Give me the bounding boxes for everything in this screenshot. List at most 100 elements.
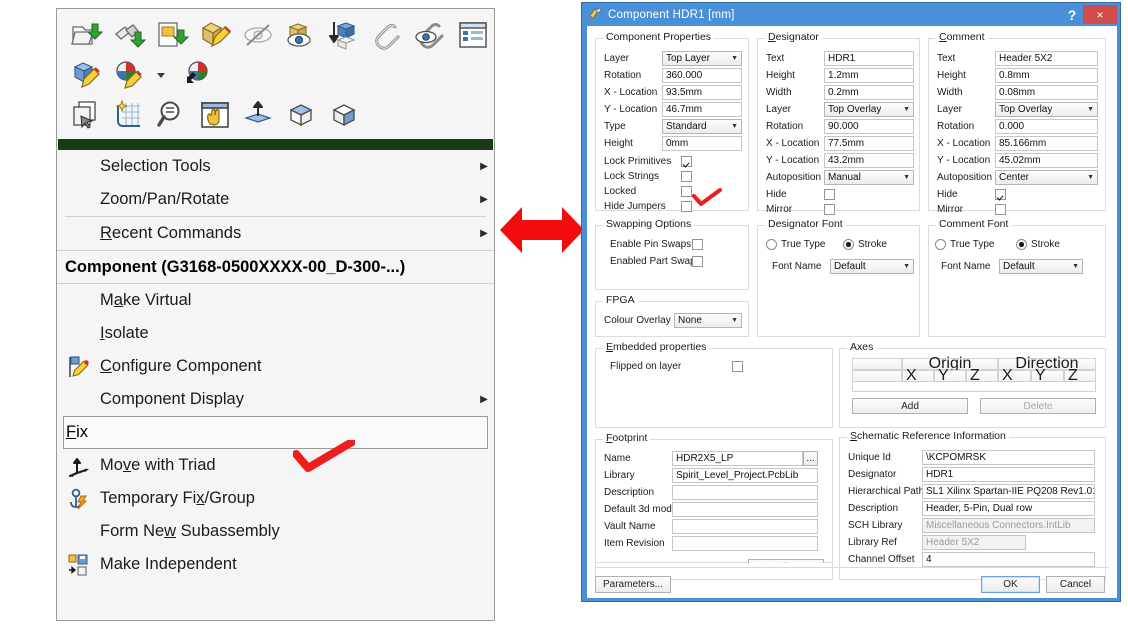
- menu-item-form-new-subassembly[interactable]: Form New Subassembly: [57, 515, 494, 548]
- comment-mirror-checkbox[interactable]: [995, 204, 1006, 215]
- comment-font-stroke-radio[interactable]: [1016, 239, 1027, 250]
- menu-item-make-independent[interactable]: Make Independent: [57, 548, 494, 581]
- enable-pin-swaps-checkbox[interactable]: [692, 239, 703, 250]
- designator-mirror-checkbox[interactable]: [824, 204, 835, 215]
- footprint-library-input[interactable]: Spirit_Level_Project.PcbLib: [672, 468, 818, 483]
- x-location-input[interactable]: 93.5mm: [662, 85, 742, 100]
- channel-offset-input[interactable]: 4: [922, 552, 1095, 567]
- save-document-icon[interactable]: [155, 18, 189, 52]
- field-row: Height 0.8mm: [937, 68, 1098, 83]
- footer-separator: [595, 567, 1109, 568]
- colour-overlay-combo[interactable]: None ▼: [674, 313, 742, 328]
- designator-layer-combo[interactable]: Top Overlay ▼: [824, 102, 914, 117]
- designator-hide-checkbox[interactable]: [824, 189, 835, 200]
- comment-width-input[interactable]: 0.08mm: [995, 85, 1098, 100]
- menu-item-selection-tools[interactable]: Selection Tools ▶: [57, 150, 494, 183]
- comment-text-input[interactable]: Header 5X2: [995, 51, 1098, 66]
- paperclip-eye-icon[interactable]: [413, 18, 447, 52]
- field-row: Layer Top Overlay ▼: [937, 102, 1098, 117]
- move-up-arrow-icon[interactable]: [241, 98, 275, 132]
- comment-rotation-input[interactable]: 0.000: [995, 119, 1098, 134]
- locked-checkbox[interactable]: [681, 186, 692, 197]
- edit-palette-icon[interactable]: [112, 58, 146, 92]
- designator-font-truetype-radio[interactable]: [766, 239, 777, 250]
- down-cube-icon[interactable]: [327, 18, 361, 52]
- icon-toolbar: [57, 9, 494, 137]
- hierarchical-path-input[interactable]: SL1 Xilinx Spartan-IIE PQ208 Rev1.01: [922, 484, 1095, 499]
- checkbox-label: Enabled Part Swaps: [610, 256, 701, 267]
- menu-item-configure-component[interactable]: Configure Component: [57, 350, 494, 383]
- comment-y-location-input[interactable]: 45.02mm: [995, 153, 1098, 168]
- closed-box-icon[interactable]: [327, 98, 361, 132]
- designator-x-location-input[interactable]: 77.5mm: [824, 136, 914, 151]
- footprint-name-input[interactable]: HDR2X5_LP: [672, 451, 803, 466]
- schematic-description-input[interactable]: Header, 5-Pin, Dual row: [922, 501, 1095, 516]
- dropdown-arrow-icon[interactable]: [155, 58, 167, 92]
- copy-select-icon[interactable]: [69, 98, 103, 132]
- window-hand-icon[interactable]: [198, 98, 232, 132]
- comment-layer-combo[interactable]: Top Overlay ▼: [995, 102, 1098, 117]
- designator-height-input[interactable]: 1.2mm: [824, 68, 914, 83]
- footprint-vault-name-input[interactable]: [672, 519, 818, 534]
- unique-id-input[interactable]: \KCPOMRSK: [922, 450, 1095, 465]
- comment-font-name-combo[interactable]: Default ▼: [999, 259, 1083, 274]
- dialog-title-bar[interactable]: Component HDR1 [mm] ? ×: [582, 3, 1120, 26]
- field-row: X - Location 93.5mm: [604, 85, 744, 100]
- designator-font-name-combo[interactable]: Default ▼: [830, 259, 914, 274]
- show-hidden-icon[interactable]: [284, 18, 318, 52]
- paperclip-icon[interactable]: [370, 18, 404, 52]
- y-location-input[interactable]: 46.7mm: [662, 102, 742, 117]
- layer-combo[interactable]: Top Layer ▼: [662, 51, 742, 66]
- lock-strings-checkbox[interactable]: [681, 171, 692, 182]
- schematic-designator-input[interactable]: HDR1: [922, 467, 1095, 482]
- open-document-icon[interactable]: [69, 18, 103, 52]
- designator-autoposition-combo[interactable]: Manual ▼: [824, 170, 914, 185]
- menu-item-temporary-fix-group[interactable]: Temporary Fix/Group: [57, 482, 494, 515]
- designator-width-input[interactable]: 0.2mm: [824, 85, 914, 100]
- designator-y-location-input[interactable]: 43.2mm: [824, 153, 914, 168]
- palette-export-icon[interactable]: [181, 58, 215, 92]
- hide-disabled-icon[interactable]: [241, 18, 275, 52]
- hide-jumpers-checkbox[interactable]: [681, 201, 692, 212]
- height-input[interactable]: 0mm: [662, 136, 742, 151]
- flipped-on-layer-checkbox[interactable]: [732, 361, 743, 372]
- list-properties-icon[interactable]: [456, 18, 490, 52]
- menu-item-move-with-triad[interactable]: Move with Triad: [57, 449, 494, 482]
- edit-model-icon[interactable]: [198, 18, 232, 52]
- designator-text-input[interactable]: HDR1: [824, 51, 914, 66]
- ok-button[interactable]: OK: [981, 576, 1040, 593]
- menu-item-make-virtual[interactable]: Make Virtual: [57, 284, 494, 317]
- footprint-item-revision-input[interactable]: [672, 536, 818, 551]
- lock-primitives-checkbox[interactable]: [681, 156, 692, 167]
- enabled-part-swaps-checkbox[interactable]: [692, 256, 703, 267]
- menu-item-recent-commands[interactable]: Recent Commands ▶: [57, 217, 494, 250]
- footprint-browse-button[interactable]: ...: [803, 451, 818, 466]
- designator-font-stroke-radio[interactable]: [843, 239, 854, 250]
- close-button[interactable]: ×: [1083, 5, 1117, 24]
- menu-item-isolate[interactable]: Isolate: [57, 317, 494, 350]
- grid-new-icon[interactable]: [112, 98, 146, 132]
- menu-item-label: Recent Commands: [100, 224, 242, 242]
- rotation-input[interactable]: 360.000: [662, 68, 742, 83]
- footprint-description-input[interactable]: [672, 485, 818, 500]
- designator-rotation-input[interactable]: 90.000: [824, 119, 914, 134]
- menu-item-component-display[interactable]: Component Display ▶: [57, 383, 494, 416]
- cancel-button[interactable]: Cancel: [1046, 576, 1105, 593]
- open-box-icon[interactable]: [284, 98, 318, 132]
- menu-item-zoom-pan-rotate[interactable]: Zoom/Pan/Rotate ▶: [57, 183, 494, 216]
- help-button[interactable]: ?: [1061, 7, 1083, 23]
- type-combo[interactable]: Standard ▼: [662, 119, 742, 134]
- comment-height-input[interactable]: 0.8mm: [995, 68, 1098, 83]
- menu-item-fix[interactable]: Fix: [63, 416, 488, 449]
- comment-font-truetype-radio[interactable]: [935, 239, 946, 250]
- axes-add-button[interactable]: Add: [852, 398, 968, 414]
- flashlight-icon[interactable]: [112, 18, 146, 52]
- comment-autoposition-combo[interactable]: Center ▼: [995, 170, 1098, 185]
- comment-x-location-input[interactable]: 85.166mm: [995, 136, 1098, 151]
- comment-hide-checkbox[interactable]: [995, 189, 1006, 200]
- edit-cube-icon[interactable]: [69, 58, 103, 92]
- zoom-query-icon[interactable]: [155, 98, 189, 132]
- field-label: Default 3d model: [604, 504, 680, 515]
- parameters-button[interactable]: Parameters...: [595, 576, 671, 593]
- footprint-default-3d-model-input[interactable]: [672, 502, 818, 517]
